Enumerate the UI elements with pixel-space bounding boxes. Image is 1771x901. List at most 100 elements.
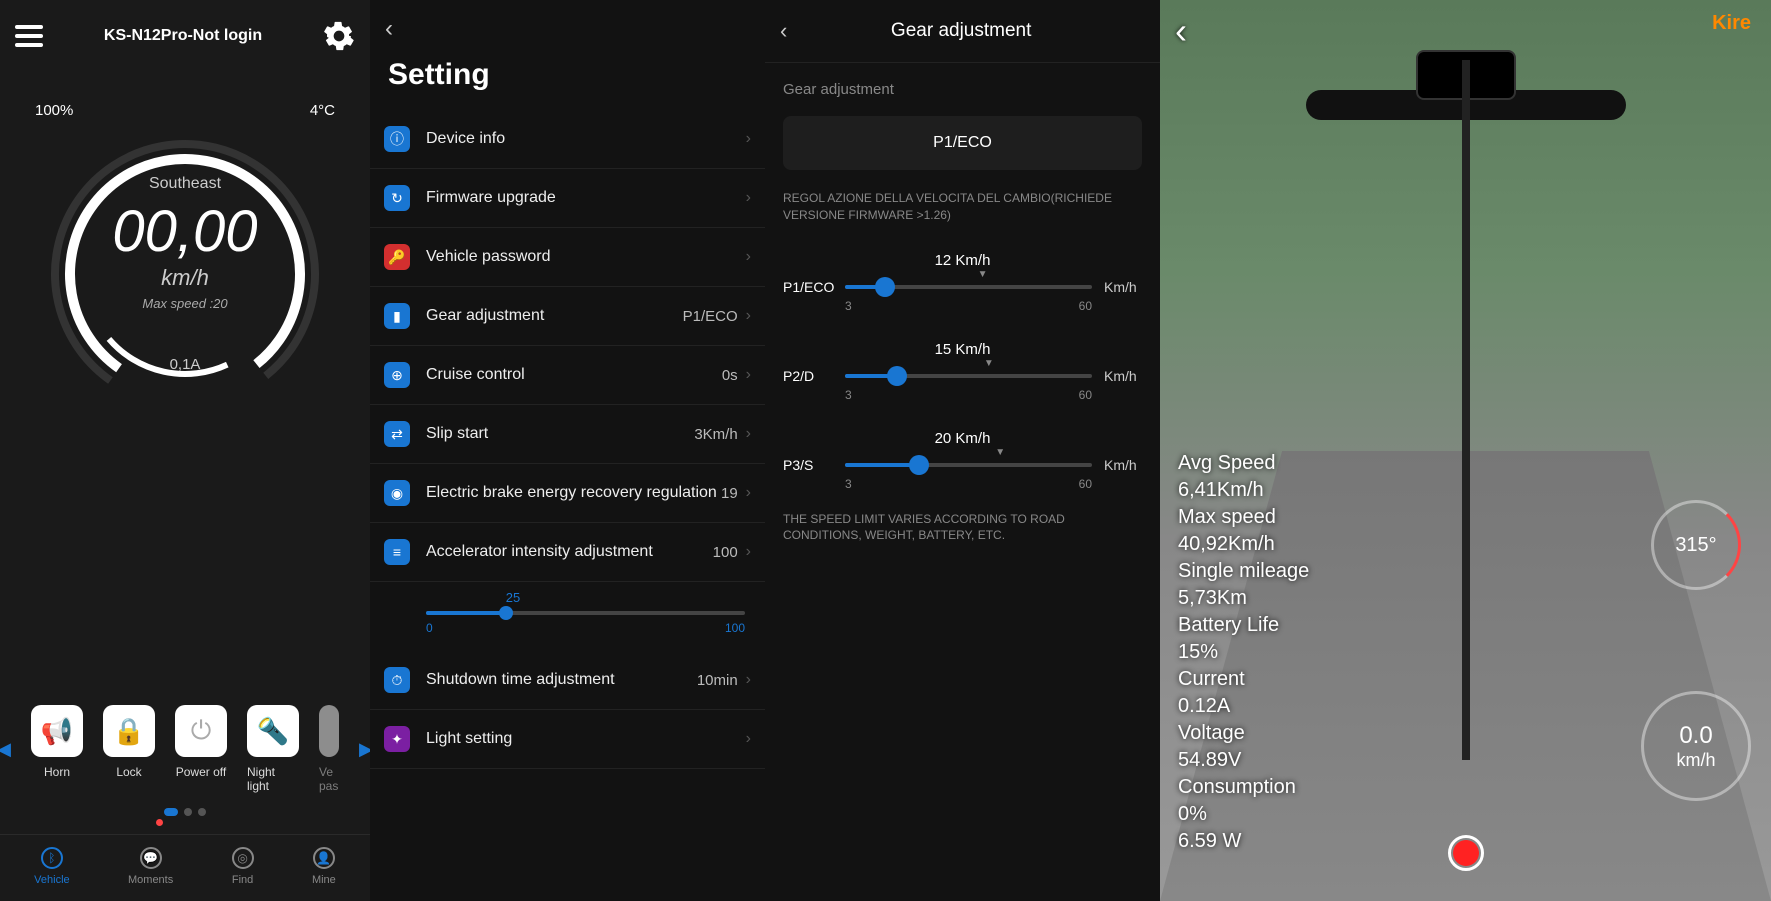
control-label: Night light	[247, 765, 299, 793]
slider-label: P1/ECO	[783, 279, 833, 295]
stat-line: Consumption	[1178, 774, 1309, 801]
slider-track[interactable]	[845, 374, 1092, 378]
nav-mine[interactable]: 👤 Mine	[312, 847, 336, 886]
control-label: Power off	[176, 765, 226, 779]
chevron-icon: ›	[746, 671, 751, 689]
control-ve-pas[interactable]: Ve pas	[319, 705, 339, 793]
control-night-light[interactable]: 🔦Night light	[247, 705, 299, 793]
settings-icon[interactable]	[323, 20, 355, 52]
nav-icon: 💬	[140, 847, 162, 869]
nav-find[interactable]: ◎Find	[232, 847, 254, 886]
compass-indicator: 315°	[1651, 500, 1741, 590]
control-lock[interactable]: 🔒Lock	[103, 705, 155, 793]
slider-thumb[interactable]	[875, 277, 895, 297]
setting-electric-brake-energy-rec[interactable]: ◉ Electric brake energy recovery regulati…	[370, 464, 765, 523]
stat-line: Avg Speed	[1178, 450, 1309, 477]
setting-icon: ◉	[384, 480, 410, 506]
back-icon[interactable]: ‹	[370, 0, 765, 58]
record-button[interactable]	[1448, 835, 1484, 871]
setting-value: P1/ECO	[683, 308, 738, 325]
setting-vehicle-password[interactable]: 🔑Vehicle password›	[370, 228, 765, 287]
setting-light-setting[interactable]: ✦Light setting›	[370, 710, 765, 769]
setting-label: Vehicle password	[426, 248, 738, 266]
chevron-icon: ›	[746, 189, 751, 207]
chevron-icon: ›	[746, 425, 751, 443]
slider-track[interactable]	[845, 463, 1092, 467]
speed-value: 0.0	[1679, 722, 1712, 750]
controls-next-icon[interactable]: ▶	[359, 739, 370, 760]
page-indicator	[0, 808, 370, 816]
setting-value: 10min	[697, 672, 738, 689]
gear-mode-button[interactable]: P1/ECO	[783, 116, 1142, 170]
stat-line: 0%	[1178, 801, 1309, 828]
setting-gear-adjustment[interactable]: ▮Gear adjustmentP1/ECO›	[370, 287, 765, 346]
control-horn[interactable]: 📢Horn	[31, 705, 83, 793]
slider-unit: Km/h	[1104, 457, 1142, 473]
setting-device-info[interactable]: ⓘDevice info›	[370, 110, 765, 169]
stat-line: 40,92Km/h	[1178, 531, 1309, 558]
nav-icon: ᛒ	[41, 847, 63, 869]
gear-slider-p3-s: 20 Km/h▼P3/SKm/h360	[765, 422, 1160, 511]
nav-label: Mine	[312, 874, 336, 886]
setting-icon: ≡	[384, 539, 410, 565]
slider-min: 3	[845, 388, 852, 402]
stat-line: 54.89V	[1178, 747, 1309, 774]
slider-min: 3	[845, 299, 852, 313]
setting-label: Cruise control	[426, 366, 722, 384]
chevron-icon: ›	[746, 130, 751, 148]
stat-line: 15%	[1178, 639, 1309, 666]
setting-slider[interactable]: 250100	[370, 582, 765, 651]
chevron-icon: ›	[746, 543, 751, 561]
slider-thumb[interactable]	[499, 606, 513, 620]
slider-value: 15 Km/h	[783, 341, 1142, 358]
setting-firmware-upgrade[interactable]: ↻ Firmware upgrade ›	[370, 169, 765, 228]
control-label: Ve pas	[319, 765, 339, 793]
back-icon[interactable]: ‹	[780, 18, 787, 44]
slider-min: 3	[845, 477, 852, 491]
setting-icon: ⇄	[384, 421, 410, 447]
setting-label: Slip start	[426, 425, 694, 443]
menu-icon[interactable]	[15, 25, 43, 47]
chevron-icon: ›	[746, 307, 751, 325]
setting-slip-start[interactable]: ⇄Slip start3Km/h›	[370, 405, 765, 464]
gauge-ring-icon	[40, 129, 330, 419]
slider-thumb[interactable]	[909, 455, 929, 475]
control-power-off[interactable]: ⏻Power off	[175, 705, 227, 793]
controls-prev-icon[interactable]: ◀	[0, 739, 11, 760]
nav-label: Vehicle	[34, 874, 69, 886]
gear-section-label: Gear adjustment	[765, 63, 1160, 116]
gauge-area: 100% 4°C Southeast 00,00 km/h Max speed …	[0, 72, 370, 705]
setting-label: Device info	[426, 130, 738, 148]
stats-overlay: Avg Speed6,41Km/hMax speed40,92Km/hSingl…	[1178, 450, 1309, 855]
setting-cruise-control[interactable]: ⊕Cruise control0s›	[370, 346, 765, 405]
speed-gauge: Southeast 00,00 km/h Max speed :20 0,1A	[40, 129, 330, 419]
setting-label: Firmware upgrade	[426, 189, 738, 207]
settings-pane: ‹ Setting ⓘDevice info›↻Firmware upgrade…	[370, 0, 765, 901]
back-icon[interactable]: ‹	[1175, 10, 1187, 52]
chevron-icon: ›	[746, 730, 751, 748]
controls-row: ◀ 📢Horn 🔒Lock ⏻Power off 🔦Night light Ve pas…	[0, 705, 370, 793]
stat-line: 6.59 W	[1178, 828, 1309, 855]
nav-moments[interactable]: 💬Moments	[128, 847, 173, 886]
gear-note-2: THE SPEED LIMIT VARIES ACCORDING TO ROAD…	[765, 511, 1160, 565]
stat-line: Voltage	[1178, 720, 1309, 747]
control-label: Lock	[116, 765, 141, 779]
setting-label: Gear adjustment	[426, 307, 683, 325]
control-icon: 📢	[31, 705, 83, 757]
slider-track[interactable]	[426, 611, 745, 615]
setting-icon: ⏱	[384, 667, 410, 693]
slider-track[interactable]	[845, 285, 1092, 289]
dashboard-header: KS-N12Pro-Not login	[0, 0, 370, 72]
setting-label: Light setting	[426, 730, 738, 748]
scooter-stem	[1462, 60, 1470, 760]
slider-max: 60	[1079, 299, 1092, 313]
nav-icon: 👤	[313, 847, 335, 869]
setting-icon: ↻	[384, 185, 410, 211]
setting-accelerator-intensity-adj[interactable]: ≡Accelerator intensity adjustment100›	[370, 523, 765, 582]
setting-label: Electric brake energy recovery regulatio…	[426, 484, 721, 502]
setting-shutdown-time-adjustment[interactable]: ⏱ Shutdown time adjustment10min ›	[370, 651, 765, 710]
speed-unit: km/h	[1676, 750, 1715, 771]
nav-vehicle[interactable]: ᛒ Vehicle	[34, 847, 69, 886]
slider-thumb[interactable]	[887, 366, 907, 386]
setting-label: Shutdown time adjustment	[426, 671, 697, 689]
